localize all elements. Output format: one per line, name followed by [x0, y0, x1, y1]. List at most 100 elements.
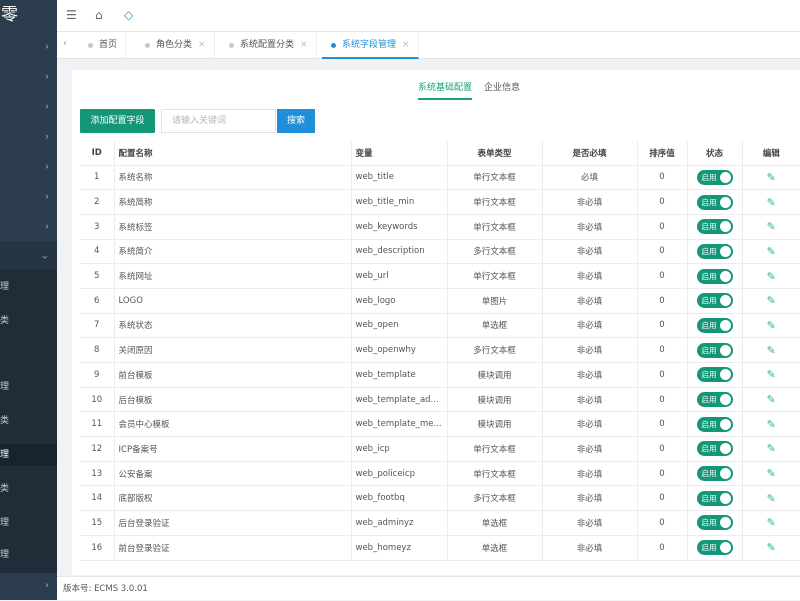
status-toggle[interactable]: 启用	[696, 194, 733, 210]
status-toggle[interactable]: 启用	[696, 392, 733, 408]
edit-icon[interactable]: ✎	[767, 245, 776, 258]
sidebar-menu-item[interactable]: ›	[0, 122, 57, 152]
sidebar-menu-item-open[interactable]: ⌄	[0, 241, 57, 271]
close-icon[interactable]: ×	[300, 40, 308, 50]
status-toggle[interactable]: 启用	[696, 490, 733, 506]
status-toggle[interactable]: 启用	[696, 169, 733, 185]
toggle-knob	[719, 245, 731, 257]
toggle-knob	[719, 418, 731, 430]
sidebar-subitem[interactable]: 类	[0, 310, 57, 332]
status-toggle[interactable]: 启用	[696, 515, 733, 531]
subtab-company-info[interactable]: 企业信息	[484, 80, 520, 98]
add-config-field-button[interactable]: 添加配置字段	[80, 109, 155, 133]
table-row: 9 前台模板 web_template 模块调用 非必填 0 启用 ✎	[80, 362, 800, 388]
toggle-knob	[719, 270, 731, 282]
edit-icon[interactable]: ✎	[767, 196, 776, 209]
chevron-left-icon[interactable]: ‹	[63, 38, 67, 49]
status-toggle[interactable]: 启用	[696, 342, 733, 358]
status-toggle-label: 启用	[701, 444, 717, 454]
sidebar-subitem[interactable]	[0, 346, 57, 368]
menu-toggle-icon[interactable]: ☰	[66, 8, 77, 22]
sidebar-menu-item[interactable]: ›	[0, 182, 57, 212]
close-icon[interactable]: ×	[402, 40, 410, 50]
status-toggle[interactable]: 启用	[696, 466, 733, 482]
edit-icon[interactable]: ✎	[767, 344, 776, 357]
cell-status: 启用	[686, 239, 742, 265]
toggle-knob	[719, 344, 731, 356]
subtab-basic-config[interactable]: 系统基础配置	[418, 80, 473, 100]
sidebar-menu-item[interactable]: ›	[0, 62, 57, 92]
cell-status: 启用	[686, 189, 742, 215]
cell-required: 非必填	[541, 313, 637, 339]
edit-icon[interactable]: ✎	[767, 492, 776, 505]
edit-icon[interactable]: ✎	[767, 516, 776, 529]
status-toggle[interactable]: 启用	[696, 416, 733, 432]
sidebar-subitem[interactable]: 理	[0, 544, 57, 566]
toggle-knob	[719, 542, 731, 554]
edit-icon[interactable]: ✎	[767, 171, 776, 184]
status-toggle[interactable]: 启用	[696, 268, 733, 284]
status-toggle[interactable]: 启用	[696, 243, 733, 259]
sidebar-menu-item[interactable]: ›	[0, 32, 57, 62]
sidebar-subitem[interactable]: 理	[0, 512, 57, 534]
cell-sort: 0	[636, 436, 687, 462]
status-toggle[interactable]: 启用	[696, 540, 733, 556]
status-toggle[interactable]: 启用	[696, 317, 733, 333]
cell-id: 3	[80, 214, 114, 240]
table-row: 1 系统名称 web_title 单行文本框 必填 0 启用 ✎	[80, 165, 800, 191]
status-toggle[interactable]: 启用	[696, 441, 733, 457]
status-toggle[interactable]: 启用	[696, 293, 733, 309]
sidebar-menu-item[interactable]: ›	[0, 575, 57, 600]
sidebar-subitem[interactable]: 理	[0, 276, 57, 298]
cell-required: 非必填	[541, 535, 637, 561]
close-icon[interactable]: ×	[198, 40, 206, 50]
edit-icon[interactable]: ✎	[767, 467, 776, 480]
sidebar-menu-item[interactable]: ›	[0, 212, 57, 242]
column-header: 变量	[350, 141, 447, 166]
sidebar-menu-item[interactable]: ›	[0, 152, 57, 182]
edit-icon[interactable]: ✎	[767, 319, 776, 332]
search-input[interactable]	[161, 109, 276, 133]
edit-icon[interactable]: ✎	[767, 418, 776, 431]
cell-id: 16	[80, 535, 114, 561]
edit-icon[interactable]: ✎	[767, 393, 776, 406]
cell-edit: ✎	[741, 263, 800, 289]
cell-sort: 0	[636, 387, 687, 413]
tab-bar: ‹ 首页 角色分类 × 系统配置分类 × 系统字段管理 ×	[57, 32, 800, 59]
cell-variable: web_logo	[350, 288, 447, 314]
cell-name: 公安备案	[113, 461, 351, 487]
eraser-icon[interactable]: ◇	[124, 8, 133, 22]
toggle-knob	[719, 295, 731, 307]
edit-icon[interactable]: ✎	[767, 270, 776, 283]
tab-config-category[interactable]: 系统配置分类 ×	[220, 32, 317, 59]
sidebar-subitem[interactable]: 理	[0, 376, 57, 398]
sidebar-subitem-active[interactable]: 理	[0, 444, 57, 466]
edit-icon[interactable]: ✎	[767, 442, 776, 455]
status-toggle-label: 启用	[701, 469, 717, 479]
edit-icon[interactable]: ✎	[767, 368, 776, 381]
cell-required: 非必填	[541, 411, 637, 438]
home-icon[interactable]: ⌂	[95, 8, 103, 22]
tab-role-category[interactable]: 角色分类 ×	[136, 32, 215, 59]
table-row: 8 关闭原因 web_openwhy 多行文本框 非必填 0 启用 ✎	[80, 337, 800, 363]
edit-icon[interactable]: ✎	[767, 541, 776, 554]
status-toggle-label: 启用	[701, 345, 717, 355]
tab-field-management[interactable]: 系统字段管理 ×	[322, 32, 419, 59]
cell-form-type: 多行文本框	[446, 337, 542, 363]
sidebar-menu-item[interactable]: ›	[0, 92, 57, 122]
cell-variable: web_open	[350, 313, 447, 339]
status-toggle[interactable]: 启用	[696, 367, 733, 383]
tab-label: 系统字段管理	[342, 40, 397, 50]
edit-icon[interactable]: ✎	[767, 220, 776, 233]
cell-status: 启用	[686, 436, 742, 462]
cell-sort: 0	[636, 239, 687, 265]
sidebar-subitem[interactable]: 类	[0, 478, 57, 500]
status-toggle[interactable]: 启用	[696, 219, 733, 235]
cell-id: 8	[80, 337, 114, 363]
search-button[interactable]: 搜索	[277, 109, 315, 133]
cell-variable: web_template	[350, 362, 447, 388]
sidebar-subitem[interactable]: 类	[0, 410, 57, 432]
tab-home[interactable]: 首页	[79, 32, 127, 59]
edit-icon[interactable]: ✎	[767, 294, 776, 307]
cell-name: 前台登录验证	[113, 535, 351, 561]
